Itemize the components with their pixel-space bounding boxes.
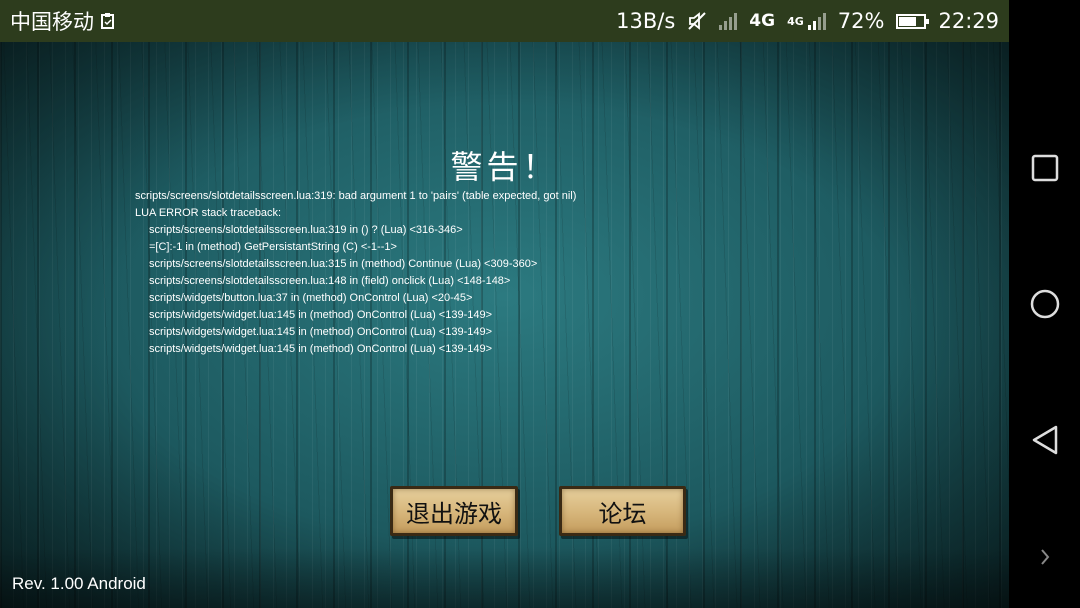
home-icon[interactable]	[1009, 274, 1080, 334]
battery-icon	[896, 13, 930, 29]
error-line: scripts/screens/slotdetailsscreen.lua:14…	[149, 275, 511, 287]
error-line: scripts/screens/slotdetailsscreen.lua:31…	[149, 224, 463, 236]
carrier-name: 中国移动	[10, 10, 94, 34]
signal-icon-2	[807, 12, 826, 30]
revision-label: Rev. 1.00 Android	[12, 574, 146, 593]
forum-button[interactable]: 论坛	[559, 486, 686, 536]
network-type-1: 4G	[749, 11, 776, 31]
clipboard-icon	[100, 12, 116, 30]
error-traceback: scripts/screens/slotdetailsscreen.lua:31…	[135, 188, 576, 358]
error-line: LUA ERROR stack traceback:	[135, 207, 282, 219]
quit-game-label: 退出游戏	[406, 499, 502, 528]
chevron-right-icon[interactable]	[1009, 527, 1080, 587]
warning-title: 警告！	[450, 148, 559, 186]
signal-icon-1	[719, 12, 738, 30]
back-icon[interactable]	[1009, 410, 1080, 470]
error-line: scripts/widgets/widget.lua:145 in (metho…	[149, 309, 493, 321]
error-line: scripts/screens/slotdetailsscreen.lua:31…	[135, 190, 577, 202]
error-line: scripts/widgets/button.lua:37 in (method…	[149, 292, 473, 304]
error-line: scripts/widgets/widget.lua:145 in (metho…	[149, 326, 493, 338]
network-type-2: 4G	[787, 15, 804, 28]
recent-apps-icon[interactable]	[1009, 138, 1080, 198]
network-speed: 13B/s	[616, 9, 676, 33]
error-line: =[C]:-1 in (method) GetPersistantString …	[149, 241, 397, 253]
error-line: scripts/screens/slotdetailsscreen.lua:31…	[149, 258, 538, 270]
clock: 22:29	[938, 9, 999, 33]
status-bar: 中国移动 13B/s 4G 4G 72% 22:29	[0, 0, 1009, 42]
forum-label: 论坛	[598, 499, 647, 528]
navigation-bar	[1009, 0, 1080, 608]
mute-icon	[687, 11, 707, 31]
quit-game-button[interactable]: 退出游戏	[390, 486, 518, 536]
error-line: scripts/widgets/widget.lua:145 in (metho…	[149, 343, 493, 355]
game-background: 警告！ scripts/screens/slotdetailsscreen.lu…	[0, 42, 1009, 608]
battery-percent: 72%	[837, 9, 885, 33]
